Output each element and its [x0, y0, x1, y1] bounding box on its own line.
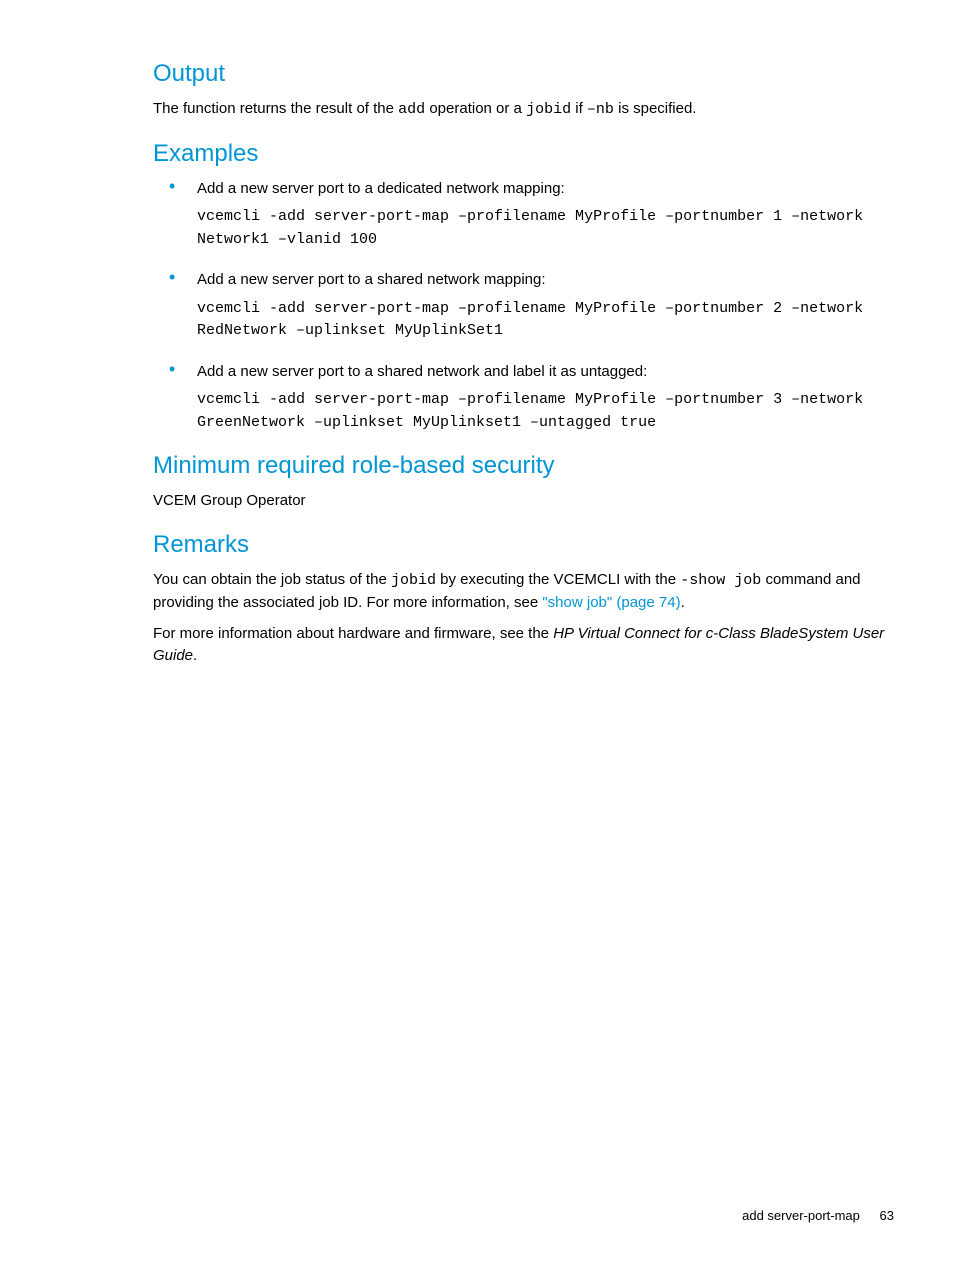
example-text: Add a new server port to a shared networ…	[197, 361, 894, 384]
example-code: vcemcli -add server-port-map –profilenam…	[197, 298, 894, 343]
text-span: .	[681, 594, 685, 611]
show-job-link[interactable]: "show job" (page 74)	[542, 594, 680, 611]
example-text: Add a new server port to a shared networ…	[197, 269, 894, 292]
example-code: vcemcli -add server-port-map –profilenam…	[197, 206, 894, 251]
footer-title: add server-port-map	[742, 1208, 860, 1223]
text-span: The function returns the result of the	[153, 100, 398, 117]
example-code: vcemcli -add server-port-map –profilenam…	[197, 389, 894, 434]
remarks-heading: Remarks	[153, 531, 894, 559]
security-text: VCEM Group Operator	[153, 490, 894, 513]
list-item: Add a new server port to a shared networ…	[153, 269, 894, 343]
output-heading: Output	[153, 60, 894, 88]
document-content: Output The function returns the result o…	[0, 0, 954, 668]
text-span: You can obtain the job status of the	[153, 571, 391, 588]
text-span: .	[193, 647, 197, 664]
remarks-paragraph-1: You can obtain the job status of the job…	[153, 569, 894, 615]
list-item: Add a new server port to a dedicated net…	[153, 178, 894, 252]
text-span: operation or a	[425, 100, 526, 117]
examples-heading: Examples	[153, 140, 894, 168]
page-footer: add server-port-map 63	[742, 1208, 894, 1223]
example-text: Add a new server port to a dedicated net…	[197, 178, 894, 201]
text-span: by executing the VCEMCLI with the	[436, 571, 680, 588]
security-heading: Minimum required role-based security	[153, 452, 894, 480]
remarks-paragraph-2: For more information about hardware and …	[153, 623, 894, 668]
code-span: add	[398, 101, 425, 118]
text-span: is specified.	[614, 100, 697, 117]
text-span: if	[571, 100, 587, 117]
code-span: -show job	[680, 572, 761, 589]
text-span: For more information about hardware and …	[153, 625, 553, 642]
code-span: jobid	[391, 572, 436, 589]
page-number: 63	[880, 1208, 894, 1223]
output-paragraph: The function returns the result of the a…	[153, 98, 894, 122]
list-item: Add a new server port to a shared networ…	[153, 361, 894, 435]
examples-list: Add a new server port to a dedicated net…	[153, 178, 894, 435]
code-span: jobid	[526, 101, 571, 118]
code-span: –nb	[587, 101, 614, 118]
